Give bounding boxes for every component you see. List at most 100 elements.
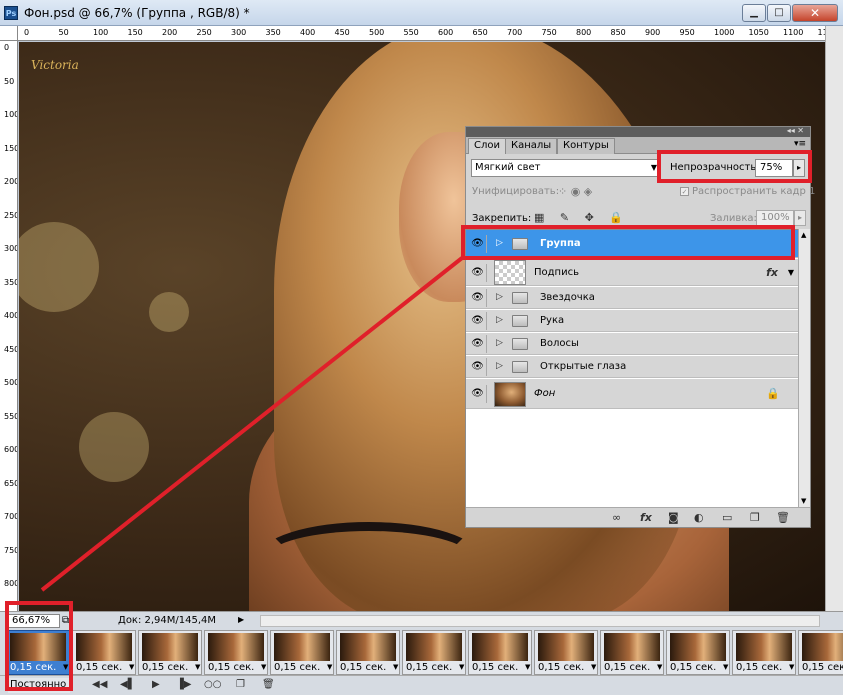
frame-delay[interactable]: 0,15 сек. bbox=[406, 662, 452, 673]
adjustment-layer-icon[interactable]: ◐ bbox=[694, 511, 704, 524]
chevron-down-icon[interactable]: ▼ bbox=[393, 663, 398, 671]
eye-icon[interactable]: 👁 bbox=[469, 385, 487, 403]
animation-frame[interactable]: 0,15 сек. ▼ bbox=[336, 630, 400, 675]
propagate-frame-checkbox[interactable]: ✓ Распространить кадр 1 bbox=[680, 186, 815, 197]
tab-channels[interactable]: Каналы bbox=[505, 138, 558, 154]
checkbox-icon[interactable]: ✓ bbox=[680, 186, 689, 196]
frame-delay[interactable]: 0,15 сек. bbox=[340, 662, 386, 673]
ruler-origin[interactable] bbox=[0, 26, 18, 41]
animation-frame[interactable]: 0,15 сек. ▼ bbox=[72, 630, 136, 675]
tab-layers[interactable]: Слои bbox=[468, 138, 506, 154]
previous-frame-button[interactable]: ◀▌ bbox=[120, 679, 135, 690]
animation-frame[interactable]: 0,15 сек. ▼ bbox=[402, 630, 466, 675]
close-button[interactable]: ✕ bbox=[792, 4, 838, 22]
animation-frame[interactable]: 0,15 сек. ▼ bbox=[138, 630, 202, 675]
delete-layer-icon[interactable]: 🗑 bbox=[776, 511, 790, 524]
first-frame-button[interactable]: ◀◀ bbox=[92, 679, 107, 690]
layer-name[interactable]: Волосы bbox=[540, 338, 579, 349]
frame-delay[interactable]: 0,15 сек. bbox=[802, 662, 843, 673]
chevron-down-icon[interactable]: ▼ bbox=[195, 663, 200, 671]
eye-icon[interactable]: 👁 bbox=[469, 289, 487, 307]
tween-button[interactable]: ○○ bbox=[204, 679, 221, 690]
frame-delay[interactable]: 0,15 сек. bbox=[670, 662, 716, 673]
layer-name[interactable]: Открытые глаза bbox=[540, 361, 626, 372]
next-frame-button[interactable]: ▐▶ bbox=[176, 679, 191, 690]
eye-icon[interactable]: 👁 bbox=[469, 263, 487, 282]
blend-mode-select[interactable]: Мягкий свет ▼ bbox=[471, 159, 661, 177]
expand-triangle-icon[interactable]: ▷ bbox=[496, 315, 503, 325]
unify-icons[interactable]: ⁘ ◉ ◈ bbox=[558, 185, 592, 198]
play-button[interactable]: ▶ bbox=[152, 679, 160, 690]
eye-icon[interactable]: 👁 bbox=[469, 335, 487, 353]
frame-delay[interactable]: 0,15 сек. bbox=[208, 662, 254, 673]
panel-header[interactable]: ◂◂ ✕ bbox=[466, 126, 810, 137]
fx-icon[interactable]: fx bbox=[640, 511, 652, 524]
duplicate-frame-button[interactable]: ❐ bbox=[236, 679, 245, 690]
layers-scrollbar[interactable]: ▲ ▼ bbox=[798, 229, 810, 507]
layer-row[interactable]: 👁 ▷ Звездочка bbox=[466, 287, 798, 309]
expand-triangle-icon[interactable]: ▷ bbox=[496, 361, 503, 371]
layer-row[interactable]: 👁 Подпись fx ▼ bbox=[466, 259, 798, 286]
frame-delay[interactable]: 0,15 сек. bbox=[604, 662, 650, 673]
delete-frame-button[interactable]: 🗑 bbox=[262, 679, 275, 690]
animation-frame[interactable]: 0,15 сек. ▼ bbox=[600, 630, 664, 675]
chevron-down-icon[interactable]: ▼ bbox=[459, 663, 464, 671]
scroll-up-icon[interactable]: ▲ bbox=[801, 231, 806, 239]
chevron-down-icon[interactable]: ▼ bbox=[525, 663, 530, 671]
animation-frame[interactable]: 0,15 сек. ▼ bbox=[204, 630, 268, 675]
frame-delay[interactable]: 0,15 сек. bbox=[538, 662, 584, 673]
chevron-down-icon[interactable]: ▼ bbox=[261, 663, 266, 671]
panel-menu-icon[interactable]: ▾≡ bbox=[794, 139, 806, 149]
animation-frame[interactable]: 0,15 сек. ▼ bbox=[732, 630, 796, 675]
minimize-button[interactable]: ▁ bbox=[742, 4, 766, 22]
layer-name[interactable]: Рука bbox=[540, 315, 564, 326]
chevron-down-icon[interactable]: ▼ bbox=[591, 663, 596, 671]
layer-name[interactable]: Звездочка bbox=[540, 292, 595, 303]
chevron-down-icon[interactable]: ▼ bbox=[327, 663, 332, 671]
maximize-button[interactable]: □ bbox=[767, 4, 791, 22]
frame-delay[interactable]: 0,15 сек. bbox=[736, 662, 782, 673]
fx-icon[interactable]: fx bbox=[766, 266, 778, 279]
chevron-down-icon[interactable]: ▼ bbox=[789, 663, 794, 671]
layer-row[interactable]: 👁 ▷ Открытые глаза bbox=[466, 356, 798, 378]
expand-triangle-icon[interactable]: ▷ bbox=[496, 338, 503, 348]
new-group-icon[interactable]: ▭ bbox=[722, 511, 732, 524]
fill-slider-button[interactable]: ▸ bbox=[794, 210, 806, 226]
frame-delay[interactable]: 0,15 сек. bbox=[274, 662, 320, 673]
layer-row[interactable]: 👁 ▷ Волосы bbox=[466, 333, 798, 355]
animation-frame[interactable]: 0,15 сек.▼ bbox=[798, 630, 843, 675]
layer-row[interactable]: 👁 ▷ Рука bbox=[466, 310, 798, 332]
add-mask-icon[interactable]: ◙ bbox=[668, 511, 679, 524]
scroll-down-icon[interactable]: ▼ bbox=[801, 497, 806, 505]
chevron-down-icon[interactable]: ▼ bbox=[129, 663, 134, 671]
frame-thumbnail bbox=[340, 633, 396, 661]
layer-name[interactable]: Фон bbox=[534, 388, 555, 399]
horizontal-scrollbar[interactable] bbox=[260, 615, 820, 627]
vertical-scrollbar[interactable] bbox=[825, 26, 843, 611]
animation-frame[interactable]: 0,15 сек. ▼ bbox=[534, 630, 598, 675]
layer-name[interactable]: Подпись bbox=[534, 267, 579, 278]
chevron-down-icon[interactable]: ▼ bbox=[723, 663, 728, 671]
new-layer-icon[interactable]: ❐ bbox=[750, 511, 760, 524]
frame-thumbnail bbox=[142, 633, 198, 661]
tab-paths[interactable]: Контуры bbox=[557, 138, 615, 154]
fill-field[interactable]: 100% bbox=[756, 210, 794, 226]
frame-delay[interactable]: 0,15 сек. bbox=[142, 662, 188, 673]
panel-collapse-icon[interactable]: ◂◂ ✕ bbox=[787, 126, 804, 135]
animation-frame[interactable]: 0,15 сек. ▼ bbox=[270, 630, 334, 675]
expand-triangle-icon[interactable]: ▷ bbox=[496, 292, 503, 302]
animation-frame[interactable]: 0,15 сек. ▼ bbox=[468, 630, 532, 675]
eye-icon[interactable]: 👁 bbox=[469, 312, 487, 330]
animation-frame[interactable]: 0,15 сек. ▼ bbox=[666, 630, 730, 675]
frame-delay[interactable]: 0,15 сек. bbox=[472, 662, 518, 673]
layer-row[interactable]: 👁 Фон 🔒 bbox=[466, 379, 798, 409]
eye-icon[interactable]: 👁 bbox=[469, 358, 487, 376]
chevron-down-icon[interactable]: ▼ bbox=[657, 663, 662, 671]
frame-delay[interactable]: 0,15 сек. bbox=[76, 662, 122, 673]
status-menu-arrow[interactable]: ▶ bbox=[238, 615, 244, 624]
lock-icons[interactable]: ▦ ✎ ✥ 🔒 bbox=[534, 211, 629, 224]
ruler-horizontal[interactable]: 0 50 100 150 200 250 300 350 400 450 500 550 600 650 7… bbox=[18, 26, 826, 41]
ruler-vertical[interactable]: 0 50 100 150 200 250 300 350 400 450 500 550 600 650 7… bbox=[0, 41, 18, 611]
link-layers-icon[interactable]: ∞ bbox=[612, 511, 621, 524]
chevron-down-icon[interactable]: ▼ bbox=[788, 268, 794, 277]
